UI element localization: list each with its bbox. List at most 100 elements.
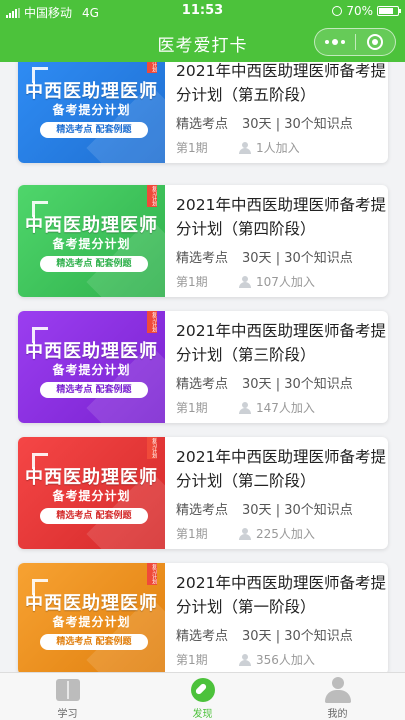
plan-days: 30天 | 30个知识点	[242, 251, 353, 266]
compass-icon	[190, 678, 215, 702]
plan-period: 第1期	[176, 401, 208, 415]
plan-days: 30天 | 30个知识点	[242, 503, 353, 518]
title-bar: 医考爱打卡	[0, 22, 405, 62]
tab-label: 学习	[57, 709, 78, 720]
plan-name: 2021年中西医助理医师备考提分计划（第五阶段）	[176, 62, 386, 104]
plan-info: 2021年中西医助理医师备考提分计划（第四阶段） 精选考点 30天 | 30个知识…	[176, 185, 386, 297]
plan-join: 107人加入	[238, 273, 315, 290]
tab-label: 发现	[192, 709, 213, 720]
plan-points: 精选考点	[176, 251, 229, 266]
plan-period: 第1期	[176, 275, 208, 289]
plan-period: 第1期	[176, 141, 208, 155]
more-dots-icon[interactable]	[315, 39, 355, 45]
plan-bottom: 第1期 1人加入	[176, 139, 300, 156]
plan-joined: 107人加入	[256, 275, 315, 289]
tab-profile[interactable]: 我的	[270, 673, 405, 720]
capsule-close-icon[interactable]	[356, 34, 396, 50]
person-icon	[238, 275, 252, 288]
profile-icon	[324, 677, 351, 703]
plan-meta: 精选考点 30天 | 30个知识点	[176, 247, 353, 266]
plan-info: 2021年中西医助理医师备考提分计划（第三阶段） 精选考点 30天 | 30个知识…	[176, 311, 386, 423]
plan-name: 2021年中西医助理医师备考提分计划（第一阶段）	[176, 574, 386, 616]
status-bar: 中国移动 4G 11:53 70%	[0, 0, 405, 22]
cover-pill: 精选考点 配套例题	[40, 634, 148, 650]
plan-card[interactable]: 复习计划 中西医助理医师 备考提分计划 精选考点 配套例题 2021年中西医助理…	[18, 62, 388, 163]
tab-study[interactable]: 学习	[0, 673, 135, 720]
plan-joined: 356人加入	[256, 653, 315, 667]
cover-title: 中西医助理医师	[25, 81, 158, 102]
plan-cover: 复习计划 中西医助理医师 备考提分计划 精选考点 配套例题	[18, 311, 165, 423]
plan-points: 精选考点	[176, 629, 229, 644]
plan-days: 30天 | 30个知识点	[242, 117, 353, 132]
cover-tag: 复习计划	[147, 563, 157, 585]
plan-days: 30天 | 30个知识点	[242, 629, 353, 644]
plan-days: 30天 | 30个知识点	[242, 377, 353, 392]
person-icon	[238, 653, 252, 666]
person-icon	[238, 141, 252, 154]
plan-points: 精选考点	[176, 377, 229, 392]
plan-period: 第1期	[176, 653, 208, 667]
plan-cover: 复习计划 中西医助理医师 备考提分计划 精选考点 配套例题	[18, 437, 165, 549]
plan-points: 精选考点	[176, 503, 229, 518]
plan-name: 2021年中西医助理医师备考提分计划（第二阶段）	[176, 448, 386, 490]
cover-pill: 精选考点 配套例题	[40, 508, 148, 524]
plan-period: 第1期	[176, 527, 208, 541]
cover-title: 中西医助理医师	[25, 215, 158, 236]
plan-meta: 精选考点 30天 | 30个知识点	[176, 373, 353, 392]
plan-card[interactable]: 复习计划 中西医助理医师 备考提分计划 精选考点 配套例题 2021年中西医助理…	[18, 185, 388, 297]
plan-points: 精选考点	[176, 117, 229, 132]
plan-join: 147人加入	[238, 399, 315, 416]
plan-card[interactable]: 复习计划 中西医助理医师 备考提分计划 精选考点 配套例题 2021年中西医助理…	[18, 311, 388, 423]
tab-discover[interactable]: 发现	[135, 673, 270, 720]
plan-meta: 精选考点 30天 | 30个知识点	[176, 625, 353, 644]
plan-cover: 复习计划 中西医助理医师 备考提分计划 精选考点 配套例题	[18, 185, 165, 297]
plan-name: 2021年中西医助理医师备考提分计划（第四阶段）	[176, 196, 386, 238]
plan-join: 225人加入	[238, 525, 315, 542]
plan-cover: 复习计划 中西医助理医师 备考提分计划 精选考点 配套例题	[18, 62, 165, 163]
plan-card[interactable]: 复习计划 中西医助理医师 备考提分计划 精选考点 配套例题 2021年中西医助理…	[18, 437, 388, 549]
plan-info: 2021年中西医助理医师备考提分计划（第五阶段） 精选考点 30天 | 30个知识…	[176, 62, 386, 163]
plan-bottom: 第1期 356人加入	[176, 651, 315, 668]
plan-bottom: 第1期 225人加入	[176, 525, 315, 542]
plan-meta: 精选考点 30天 | 30个知识点	[176, 113, 353, 132]
person-icon	[238, 527, 252, 540]
plan-card[interactable]: 复习计划 中西医助理医师 备考提分计划 精选考点 配套例题 2021年中西医助理…	[18, 563, 388, 672]
cover-title: 中西医助理医师	[25, 341, 158, 362]
mini-program-capsule	[314, 28, 396, 56]
plan-info: 2021年中西医助理医师备考提分计划（第一阶段） 精选考点 30天 | 30个知识…	[176, 563, 386, 672]
cover-subtitle: 备考提分计划	[52, 103, 131, 117]
cover-pill: 精选考点 配套例题	[40, 382, 148, 398]
cover-subtitle: 备考提分计划	[52, 615, 131, 629]
cover-tag: 复习计划	[147, 62, 157, 73]
cover-tag: 复习计划	[147, 311, 157, 333]
person-icon	[238, 401, 252, 414]
plan-joined: 225人加入	[256, 527, 315, 541]
plan-bottom: 第1期 147人加入	[176, 399, 315, 416]
plan-joined: 147人加入	[256, 401, 315, 415]
cover-subtitle: 备考提分计划	[52, 237, 131, 251]
cover-tag: 复习计划	[147, 185, 157, 207]
tab-bar: 学习 发现 我的	[0, 672, 405, 720]
plan-joined: 1人加入	[256, 141, 300, 155]
alarm-icon	[332, 6, 343, 16]
battery-label: 70%	[346, 4, 373, 18]
cover-subtitle: 备考提分计划	[52, 489, 131, 503]
cover-title: 中西医助理医师	[25, 467, 158, 488]
book-icon	[55, 679, 80, 701]
plan-name: 2021年中西医助理医师备考提分计划（第三阶段）	[176, 322, 386, 364]
cover-subtitle: 备考提分计划	[52, 363, 131, 377]
plan-list[interactable]: 复习计划 中西医助理医师 备考提分计划 精选考点 配套例题 2021年中西医助理…	[0, 62, 405, 672]
plan-join: 1人加入	[238, 139, 300, 156]
cover-pill: 精选考点 配套例题	[40, 256, 148, 272]
plan-join: 356人加入	[238, 651, 315, 668]
plan-info: 2021年中西医助理医师备考提分计划（第二阶段） 精选考点 30天 | 30个知识…	[176, 437, 386, 549]
cover-title: 中西医助理医师	[25, 593, 158, 614]
battery-icon	[377, 6, 401, 16]
plan-meta: 精选考点 30天 | 30个知识点	[176, 499, 353, 518]
cover-pill: 精选考点 配套例题	[40, 122, 148, 138]
status-right: 70%	[332, 4, 401, 18]
plan-bottom: 第1期 107人加入	[176, 273, 315, 290]
cover-tag: 复习计划	[147, 437, 157, 459]
plan-cover: 复习计划 中西医助理医师 备考提分计划 精选考点 配套例题	[18, 563, 165, 672]
tab-label: 我的	[327, 709, 348, 720]
